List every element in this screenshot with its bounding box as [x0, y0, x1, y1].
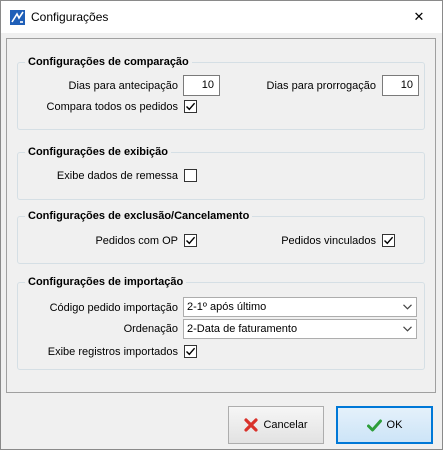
settings-panel: Configurações de comparação Dias para an…: [6, 38, 436, 393]
pedidos-op-label: Pedidos com OP: [95, 235, 178, 247]
ordenacao-value: 2-Data de faturamento: [187, 323, 298, 335]
exibe-remessa-checkbox[interactable]: [184, 169, 197, 182]
dias-prorrogacao-input[interactable]: 10: [382, 75, 419, 96]
group-comparacao-title: Configurações de comparação: [25, 55, 192, 69]
dias-prorrogacao-label: Dias para prorrogação: [266, 80, 376, 92]
dias-antecipacao-input[interactable]: 10: [183, 75, 220, 96]
check-icon: [384, 236, 394, 245]
exibe-registros-checkbox[interactable]: [184, 345, 197, 358]
chevron-down-icon: [399, 298, 416, 316]
codigo-pedido-select[interactable]: 2-1º após último: [183, 297, 417, 317]
codigo-pedido-value: 2-1º após último: [187, 301, 267, 313]
ok-label: OK: [386, 419, 403, 431]
group-comparacao: Configurações de comparação Dias para an…: [17, 55, 425, 130]
dias-antecipacao-label: Dias para antecipação: [68, 80, 178, 92]
codigo-pedido-label: Código pedido importação: [49, 302, 178, 314]
pedidos-vinculados-checkbox[interactable]: [382, 234, 395, 247]
ordenacao-label: Ordenação: [123, 323, 178, 335]
compara-todos-checkbox[interactable]: [184, 100, 197, 113]
cancel-icon: [244, 418, 259, 432]
check-icon: [186, 102, 196, 111]
pedidos-vinculados-label: Pedidos vinculados: [281, 235, 376, 247]
ok-button[interactable]: OK: [336, 406, 433, 444]
cancel-label: Cancelar: [263, 419, 308, 431]
group-importacao: Configurações de importação Código pedid…: [17, 275, 425, 370]
check-icon: [186, 347, 196, 356]
settings-dialog: Configurações ✕ Configurações de compara…: [0, 0, 443, 450]
group-exibicao: Configurações de exibição Exibe dados de…: [17, 145, 425, 200]
check-icon: [186, 236, 196, 245]
group-exclusao: Configurações de exclusão/Cancelamento P…: [17, 209, 425, 264]
title-bar: Configurações ✕: [1, 1, 442, 33]
close-button[interactable]: ✕: [396, 1, 442, 32]
chevron-down-icon: [399, 320, 416, 338]
app-icon: [10, 10, 25, 25]
group-exclusao-title: Configurações de exclusão/Cancelamento: [25, 209, 253, 223]
exibe-registros-label: Exibe registros importados: [47, 346, 178, 358]
compara-todos-label: Compara todos os pedidos: [46, 101, 178, 113]
group-exibicao-title: Configurações de exibição: [25, 145, 171, 159]
exibe-remessa-label: Exibe dados de remessa: [56, 170, 178, 182]
group-importacao-title: Configurações de importação: [25, 275, 187, 289]
pedidos-op-checkbox[interactable]: [184, 234, 197, 247]
cancel-button[interactable]: Cancelar: [228, 406, 324, 444]
close-icon: ✕: [413, 8, 425, 24]
ordenacao-select[interactable]: 2-Data de faturamento: [183, 319, 417, 339]
window-title: Configurações: [31, 10, 109, 24]
ok-check-icon: [366, 419, 382, 432]
